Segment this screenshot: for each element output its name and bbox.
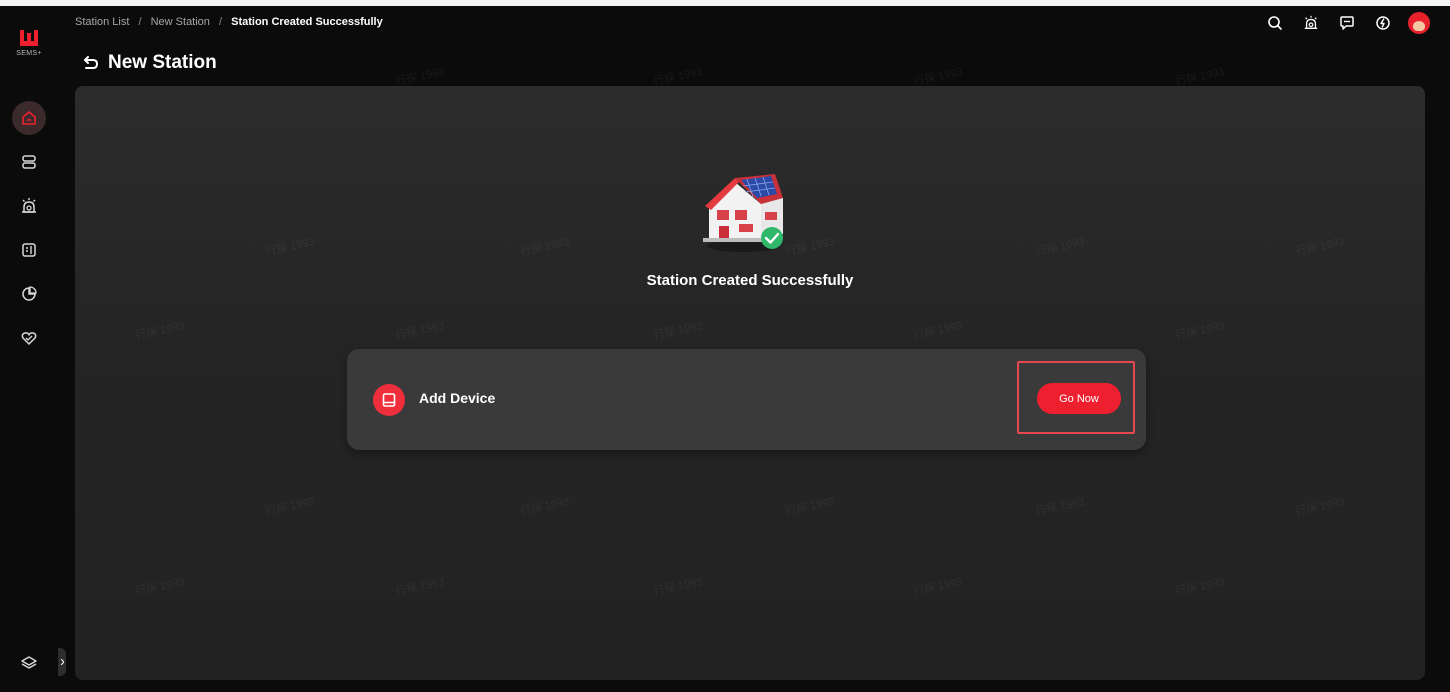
home-icon <box>22 111 36 125</box>
breadcrumb-station-list[interactable]: Station List <box>75 16 129 28</box>
search-icon <box>1268 16 1282 30</box>
service-heart-icon <box>21 332 37 345</box>
add-device-card: Add Device Go Now <box>347 349 1146 450</box>
watermark: 行探 1993 <box>784 495 836 518</box>
report-icon <box>22 243 36 257</box>
watermark: 行探 1993 <box>394 319 446 342</box>
watermark: 行探 1993 <box>912 575 964 598</box>
watermark: 行探 1993 <box>264 495 316 518</box>
watermark: 行探 1993 <box>264 235 316 258</box>
main-panel: 行探 1993 行探 1993 行探 1993 行探 1993 行探 1993 … <box>75 66 1425 680</box>
breadcrumb: Station List / New Station / Station Cre… <box>75 16 383 28</box>
page-header: New Station <box>80 52 217 74</box>
breadcrumb-new-station[interactable]: New Station <box>151 16 210 28</box>
watermark: 行探 1993 <box>134 575 186 598</box>
watermark: 行探 1993 <box>912 319 964 342</box>
alarm-icon <box>22 198 36 213</box>
watermark: 行探 1993 <box>652 319 704 342</box>
app-logo[interactable]: SEMS+ <box>14 30 44 57</box>
sidebar-item-reports[interactable] <box>12 233 46 267</box>
watermark: 行探 1993 <box>652 575 704 598</box>
back-button[interactable] <box>80 52 102 74</box>
sidebar-item-devices[interactable] <box>12 145 46 179</box>
message-button[interactable] <box>1336 12 1358 34</box>
watermark: 行探 1993 <box>1294 235 1346 258</box>
watermark: 行探 1993 <box>134 319 186 342</box>
watermark: 行探 1993 <box>1174 65 1226 88</box>
watermark: 行探 1993 <box>1034 495 1086 518</box>
back-arrow-icon <box>84 56 99 69</box>
sidebar-item-alarms[interactable] <box>12 189 46 223</box>
user-avatar[interactable] <box>1408 12 1430 34</box>
breadcrumb-separator: / <box>138 16 142 28</box>
device-list-icon <box>22 155 36 169</box>
watermark: 行探 1993 <box>519 235 571 258</box>
energy-button[interactable] <box>1372 12 1394 34</box>
header-toolbar <box>1250 12 1430 34</box>
message-icon <box>1340 16 1354 30</box>
watermark: 行探 1993 <box>394 65 446 88</box>
device-glyph-icon <box>382 393 396 407</box>
add-device-label: Add Device <box>419 390 496 406</box>
alarm-icon <box>1304 15 1318 29</box>
app-window: SEMS+ Station List / New Station / Stati… <box>0 0 1450 692</box>
sidebar-item-home[interactable] <box>12 101 46 135</box>
avatar-face <box>1413 21 1425 31</box>
breadcrumb-separator: / <box>218 16 223 28</box>
success-title: Station Created Successfully <box>646 272 854 289</box>
sidebar: SEMS+ <box>0 6 58 692</box>
watermark: 行探 1993 <box>1174 319 1226 342</box>
watermark: 行探 1993 <box>519 495 571 518</box>
device-icon <box>373 384 405 416</box>
watermark: 行探 1993 <box>912 65 964 88</box>
go-now-button[interactable]: Go Now <box>1037 383 1121 414</box>
watermark: 行探 1993 <box>652 65 704 88</box>
sidebar-layers-toggle[interactable] <box>12 646 46 680</box>
energy-icon <box>1376 16 1390 30</box>
logo-subtitle: SEMS+ <box>16 50 42 57</box>
watermark: 行探 1993 <box>1034 235 1086 258</box>
alarm-button[interactable] <box>1300 12 1322 34</box>
watermark: 行探 1993 <box>1174 575 1226 598</box>
search-button[interactable] <box>1264 12 1286 34</box>
sidebar-item-service[interactable] <box>12 321 46 355</box>
chevron-right-icon <box>60 659 64 665</box>
sidebar-item-analysis[interactable] <box>12 277 46 311</box>
top-strip <box>0 0 1450 6</box>
page-title: New Station <box>108 52 217 73</box>
logo-mark-icon <box>20 30 38 46</box>
analysis-pie-icon <box>22 286 37 301</box>
watermark: 行探 1993 <box>394 575 446 598</box>
sidebar-expand-handle[interactable] <box>58 648 66 676</box>
station-success-illustration <box>703 174 783 252</box>
layers-icon <box>21 656 37 669</box>
breadcrumb-current: Station Created Successfully <box>231 16 383 28</box>
watermark: 行探 1993 <box>1294 495 1346 518</box>
